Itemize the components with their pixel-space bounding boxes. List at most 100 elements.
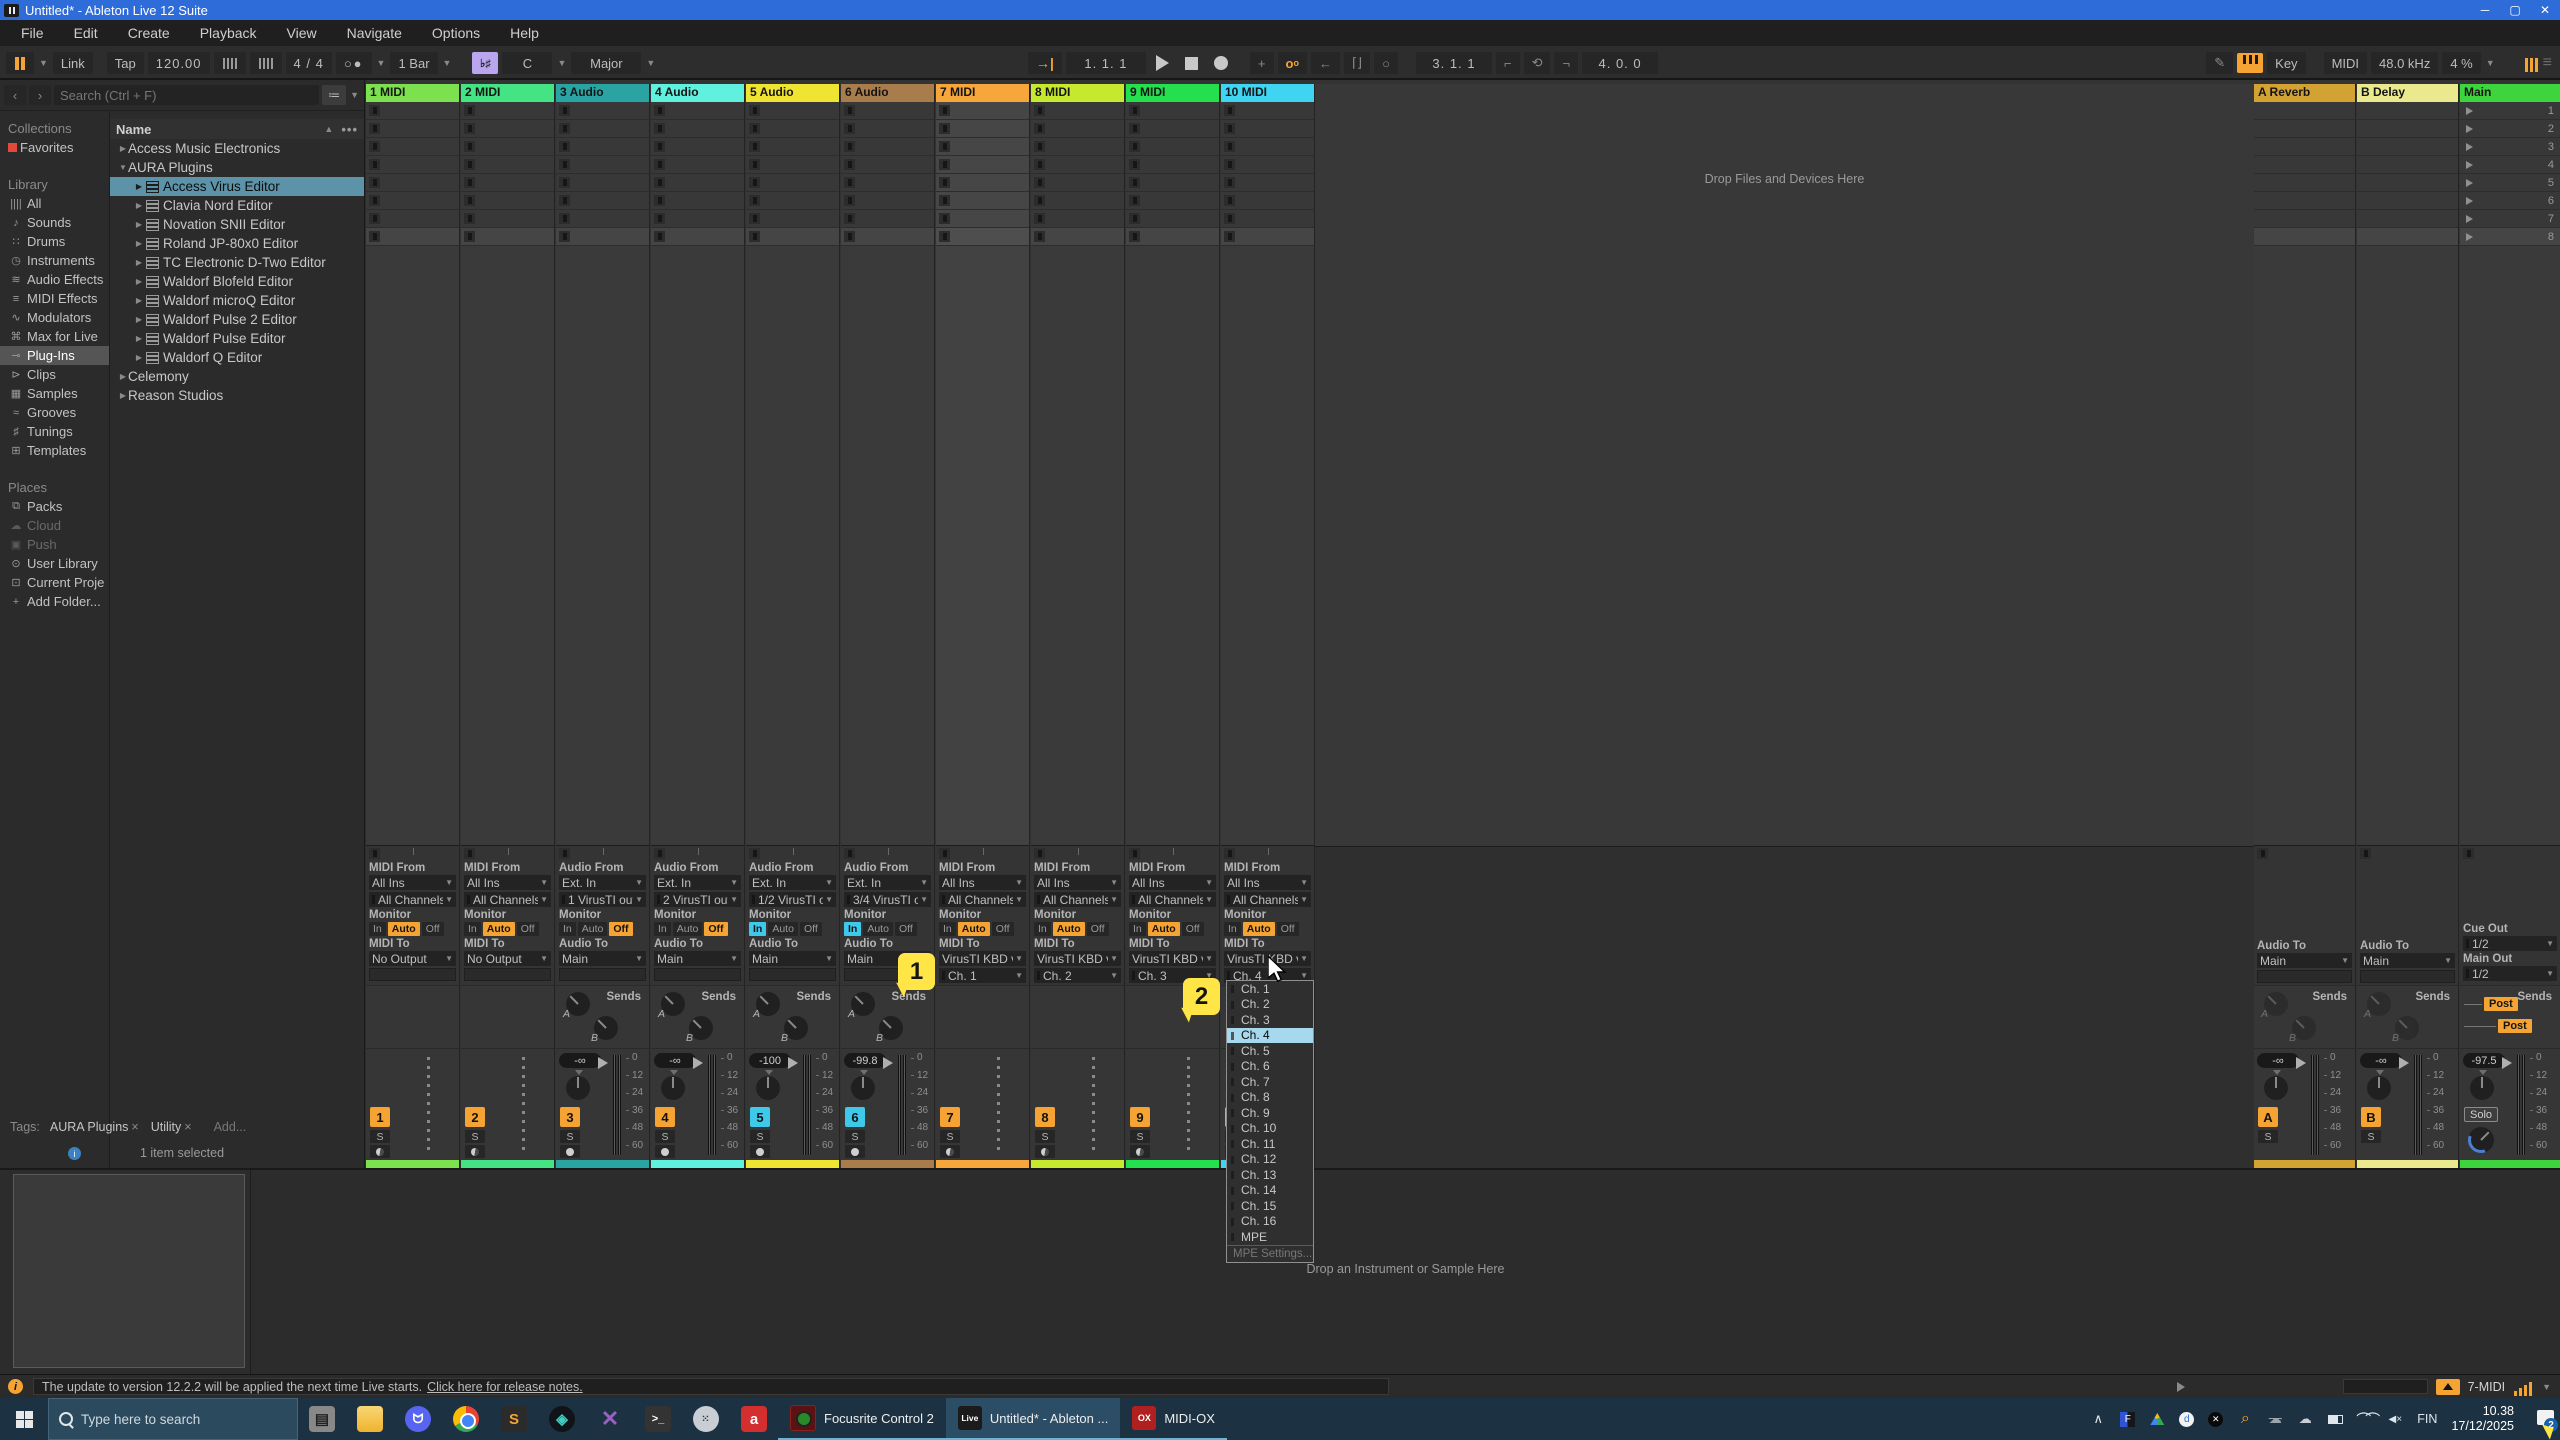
clip-slot[interactable] bbox=[746, 192, 839, 210]
clip-slot[interactable] bbox=[1221, 174, 1314, 192]
key-root-caret[interactable]: ▼ bbox=[556, 58, 567, 68]
link-button[interactable]: Link bbox=[53, 52, 93, 74]
scene-slot[interactable]: 8 bbox=[2460, 228, 2560, 246]
clip-stop-button[interactable] bbox=[654, 213, 665, 224]
taskbar-app-focusrite-control[interactable]: Focusrite Control 2 bbox=[778, 1398, 946, 1440]
clip-stop-button[interactable] bbox=[844, 177, 855, 188]
channel-menu-item-ch-14[interactable]: Ch. 14 bbox=[1227, 1183, 1313, 1199]
clip-slot[interactable] bbox=[651, 174, 744, 192]
tray-x-app-icon[interactable]: ✕ bbox=[2208, 1412, 2223, 1427]
clip-slot[interactable] bbox=[1126, 156, 1219, 174]
clip-stop-button[interactable] bbox=[464, 141, 475, 152]
metronome-caret[interactable]: ▼ bbox=[376, 58, 387, 68]
solo-button[interactable]: S bbox=[940, 1130, 960, 1143]
clip-slot[interactable] bbox=[651, 210, 744, 228]
clip-slot[interactable] bbox=[1031, 102, 1124, 120]
start-button[interactable] bbox=[0, 1398, 48, 1440]
scene-play-icon[interactable] bbox=[2466, 233, 2473, 241]
monitor-in-button[interactable]: In bbox=[749, 922, 766, 936]
chevron-right-icon[interactable]: ▶ bbox=[134, 334, 144, 343]
send-a-knob[interactable]: A bbox=[566, 992, 590, 1016]
pan-knob[interactable] bbox=[2367, 1076, 2391, 1100]
channel-menu-item-ch-8[interactable]: Ch. 8 bbox=[1227, 1090, 1313, 1106]
arm-button[interactable] bbox=[750, 1145, 770, 1158]
clip-slot[interactable] bbox=[1221, 228, 1314, 246]
chevron-right-icon[interactable]: ▶ bbox=[134, 239, 144, 248]
input-type-chooser[interactable]: Ext. In▼ bbox=[559, 875, 646, 890]
sidebar-item-plug-ins[interactable]: ⊸Plug-Ins bbox=[0, 346, 109, 365]
list-item-novation-snii-editor[interactable]: ▶Novation SNII Editor bbox=[110, 215, 364, 234]
clip-stop-button[interactable] bbox=[939, 231, 950, 242]
track-number-button[interactable]: 4 bbox=[655, 1107, 675, 1127]
clip-stop-button[interactable] bbox=[749, 213, 760, 224]
plugin-host-icon[interactable]: ◈ bbox=[538, 1398, 586, 1440]
midi-din-icon[interactable]: ⁙ bbox=[682, 1398, 730, 1440]
clip-slot[interactable] bbox=[461, 156, 554, 174]
clip-slot[interactable] bbox=[556, 102, 649, 120]
sidebar-item-audio-effects[interactable]: ≋Audio Effects bbox=[0, 270, 109, 289]
menu-file[interactable]: File bbox=[6, 20, 59, 46]
app-window-icon[interactable]: ▤ bbox=[298, 1398, 346, 1440]
list-item-waldorf-blofeld-editor[interactable]: ▶Waldorf Blofeld Editor bbox=[110, 272, 364, 291]
output-type-chooser[interactable]: VirusTI KBD vO▼ bbox=[1129, 951, 1216, 966]
draw-mode-icon[interactable]: ✎ bbox=[2206, 52, 2233, 74]
sidebar-item-push[interactable]: ▣Push bbox=[0, 535, 109, 554]
channel-menu-item-ch-4[interactable]: Ch. 4 bbox=[1227, 1028, 1313, 1044]
clip-stop-button[interactable] bbox=[844, 159, 855, 170]
channel-menu-item-ch-15[interactable]: Ch. 15 bbox=[1227, 1198, 1313, 1214]
clip-slot[interactable] bbox=[841, 138, 934, 156]
list-item-waldorf-pulse-2-editor[interactable]: ▶Waldorf Pulse 2 Editor bbox=[110, 310, 364, 329]
monitor-auto-button[interactable]: Auto bbox=[1243, 922, 1275, 936]
chevron-right-icon[interactable]: ▶ bbox=[134, 201, 144, 210]
monitor-auto-button[interactable]: Auto bbox=[958, 922, 990, 936]
output-type-chooser[interactable]: Main▼ bbox=[2360, 953, 2455, 968]
clip-stop-button[interactable] bbox=[939, 141, 950, 152]
clip-slot[interactable] bbox=[936, 120, 1029, 138]
clip-stop-button[interactable] bbox=[559, 105, 570, 116]
clip-stop-button[interactable] bbox=[749, 231, 760, 242]
clip-stop-button[interactable] bbox=[369, 141, 380, 152]
monitor-in-button[interactable]: In bbox=[654, 922, 671, 936]
output-type-chooser[interactable]: No Output▼ bbox=[464, 951, 551, 966]
clip-slot[interactable] bbox=[1126, 210, 1219, 228]
clip-stop-button[interactable] bbox=[369, 195, 380, 206]
tray-onedrive-icon[interactable]: ☁ bbox=[2297, 1411, 2313, 1427]
key-signature-icon[interactable]: ♭♯ bbox=[472, 52, 498, 74]
tray-f-app-icon[interactable]: F bbox=[2120, 1412, 2135, 1427]
chevron-right-icon[interactable]: ▶ bbox=[118, 391, 128, 400]
add-tag-button[interactable]: Add... bbox=[214, 1120, 247, 1134]
clip-stop-button[interactable] bbox=[844, 231, 855, 242]
clip-slot[interactable] bbox=[461, 228, 554, 246]
menu-view[interactable]: View bbox=[272, 20, 332, 46]
solo-button[interactable]: S bbox=[655, 1130, 675, 1143]
pan-knob[interactable] bbox=[2470, 1076, 2494, 1100]
clip-stop-button[interactable] bbox=[369, 177, 380, 188]
clip-stop-button[interactable] bbox=[464, 123, 475, 134]
track-header[interactable]: 9 MIDI bbox=[1126, 84, 1219, 102]
cpu-meter-caret[interactable]: ▼ bbox=[2541, 1382, 2552, 1392]
key-scale-selector[interactable]: Major bbox=[571, 52, 641, 74]
tray-gdrive-icon[interactable] bbox=[2149, 1411, 2165, 1427]
monitor-off-button[interactable]: Off bbox=[517, 922, 539, 936]
track-stop-button[interactable] bbox=[749, 848, 760, 859]
clip-slot[interactable] bbox=[651, 102, 744, 120]
chevron-right-icon[interactable]: ▶ bbox=[134, 258, 144, 267]
input-channel-chooser[interactable]: All Channels▼ bbox=[1224, 892, 1311, 907]
track-stop-button[interactable] bbox=[2360, 848, 2371, 859]
clip-stop-button[interactable] bbox=[1224, 141, 1235, 152]
clip-stop-button[interactable] bbox=[1224, 231, 1235, 242]
clip-slot[interactable] bbox=[461, 138, 554, 156]
chevron-right-icon[interactable]: ▶ bbox=[118, 144, 128, 153]
track-stop-button[interactable] bbox=[939, 848, 950, 859]
clip-stop-button[interactable] bbox=[1129, 177, 1140, 188]
chevron-right-icon[interactable]: ▶ bbox=[134, 315, 144, 324]
list-item-waldorf-pulse-editor[interactable]: ▶Waldorf Pulse Editor bbox=[110, 329, 364, 348]
volume-display[interactable]: -97.5 bbox=[2463, 1053, 2505, 1068]
clip-slot[interactable] bbox=[1126, 138, 1219, 156]
monitor-auto-button[interactable]: Auto bbox=[388, 922, 420, 936]
scene-play-icon[interactable] bbox=[2466, 197, 2473, 205]
chevron-right-icon[interactable]: ▶ bbox=[134, 182, 144, 191]
input-type-chooser[interactable]: All Ins▼ bbox=[1034, 875, 1121, 890]
list-item-roland-jp-80x0-editor[interactable]: ▶Roland JP-80x0 Editor bbox=[110, 234, 364, 253]
clip-slot[interactable] bbox=[841, 156, 934, 174]
